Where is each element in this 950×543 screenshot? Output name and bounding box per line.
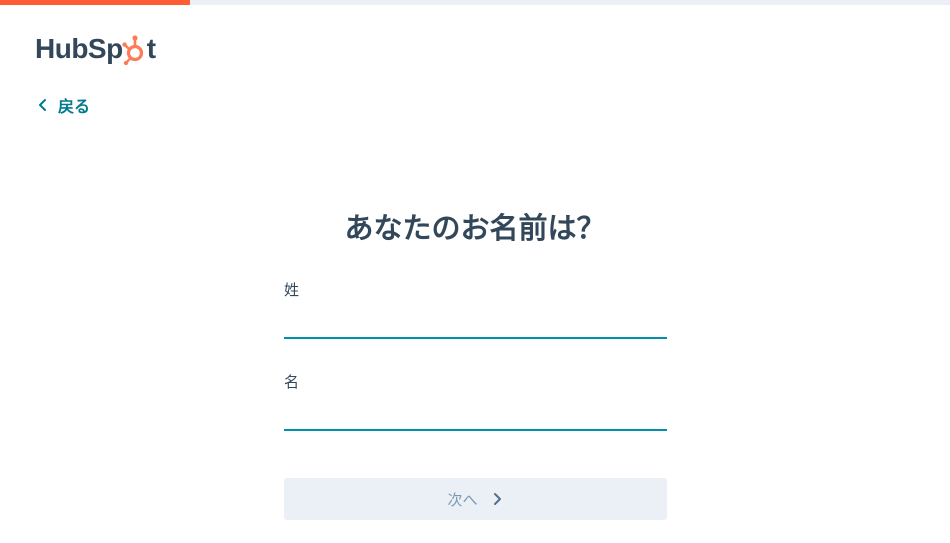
logo-text-left: HubSp [35, 33, 123, 64]
logo-text-right: t [146, 33, 156, 64]
next-button-label: 次へ [447, 490, 478, 509]
back-link[interactable]: 戻る [36, 93, 90, 117]
chevron-left-icon [39, 99, 46, 111]
hubspot-logo: HubSp t [35, 30, 156, 68]
back-link-label: 戻る [58, 97, 91, 116]
first-name-label: 名 [284, 373, 300, 391]
last-name-input[interactable] [284, 309, 667, 339]
page-title: あなたのお名前は？ [344, 211, 606, 245]
progress-bar-fill [0, 0, 190, 5]
first-name-input[interactable] [284, 401, 667, 431]
progress-bar [0, 0, 950, 5]
last-name-label: 姓 [284, 281, 300, 299]
next-button[interactable]: 次へ [284, 478, 667, 520]
chevron-right-icon [493, 493, 501, 505]
sprocket-icon [122, 34, 148, 66]
